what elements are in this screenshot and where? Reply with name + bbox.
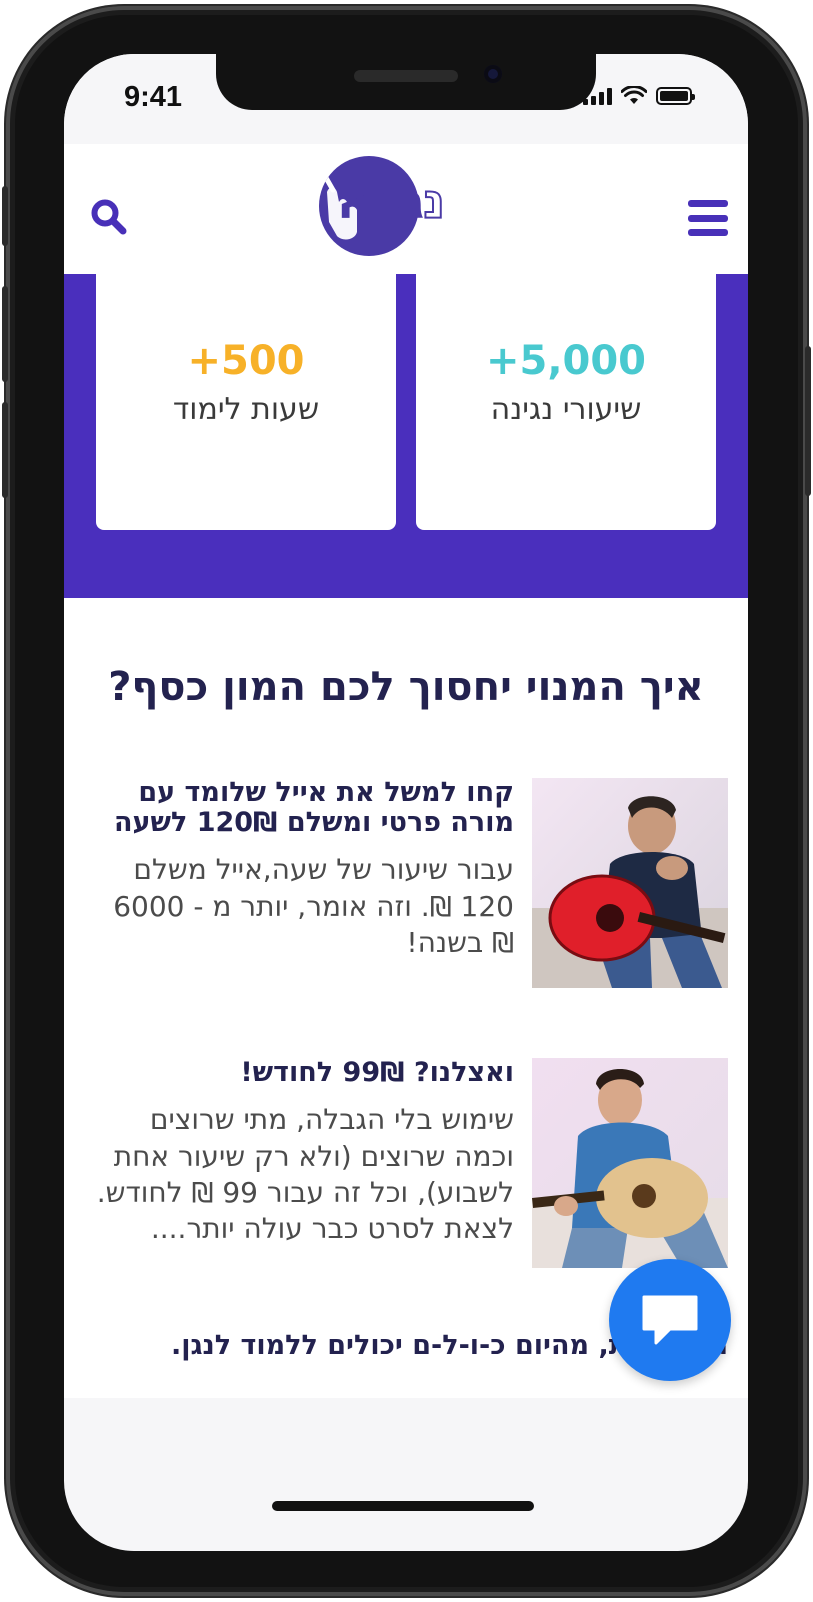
- logo-text: נגינה: [337, 173, 446, 231]
- battery-icon: [656, 86, 695, 105]
- item-text: ואצלנו? 99₪ לחודש! שימוש בלי הגבלה, מתי …: [84, 1057, 514, 1248]
- stat-value: +5,000: [485, 338, 647, 384]
- item-body: שימוש בלי הגבלה, מתי שרוצים וכמה שרוצים …: [96, 1103, 514, 1246]
- site-header: נגינה: [64, 144, 748, 274]
- stat-card-hours: +500 שעות לימוד: [96, 274, 396, 530]
- status-time: 9:41: [124, 81, 183, 113]
- silent-switch: [2, 186, 8, 246]
- speaker-grille: [354, 70, 458, 82]
- list-item: ואצלנו? 99₪ לחודש! שימוש בלי הגבלה, מתי …: [84, 1057, 728, 1268]
- volume-down-button: [2, 402, 8, 498]
- site-logo[interactable]: נגינה: [319, 152, 499, 262]
- wifi-icon: [621, 86, 647, 104]
- chat-button[interactable]: [609, 1259, 731, 1381]
- stats-band: +5,000 שיעורי נגינה +500 שעות לימוד: [64, 274, 748, 598]
- item-body: עבור שיעור של שעה,אייל משלם 120 ₪. וזה א…: [113, 853, 514, 960]
- phone-screen: 9:41 נגינה +5,000 שיעורי נגינה +500 שעות…: [64, 54, 748, 1551]
- volume-up-button: [2, 286, 8, 382]
- guitarist-photo: [532, 778, 728, 988]
- front-camera: [484, 65, 502, 83]
- item-text: קחו למשל את אייל שלומד עם מורה פרטי ומשל…: [84, 777, 514, 962]
- stat-label: שעות לימוד: [172, 392, 320, 427]
- menu-icon[interactable]: [688, 200, 728, 236]
- section-title: איך המנוי יחסוך לכם המון כסף?: [108, 664, 704, 710]
- stat-value: +500: [187, 338, 305, 384]
- search-icon[interactable]: [90, 198, 128, 236]
- status-icons: [583, 86, 695, 105]
- item-title: ואצלנו? 99₪ לחודש!: [240, 1057, 514, 1088]
- phone-frame: 9:41 נגינה +5,000 שיעורי נגינה +500 שעות…: [2, 6, 811, 1596]
- stat-card-lessons: +5,000 שיעורי נגינה: [416, 274, 716, 530]
- notch: [216, 54, 596, 110]
- power-button: [805, 346, 811, 496]
- home-indicator: [272, 1501, 534, 1511]
- stat-label: שיעורי נגינה: [490, 392, 642, 427]
- list-item: קחו למשל את אייל שלומד עם מורה פרטי ומשל…: [84, 777, 728, 988]
- chat-icon: [642, 1295, 698, 1345]
- item-title: קחו למשל את אייל שלומד עם מורה פרטי ומשל…: [113, 777, 514, 839]
- guitarist-photo: [532, 1058, 728, 1268]
